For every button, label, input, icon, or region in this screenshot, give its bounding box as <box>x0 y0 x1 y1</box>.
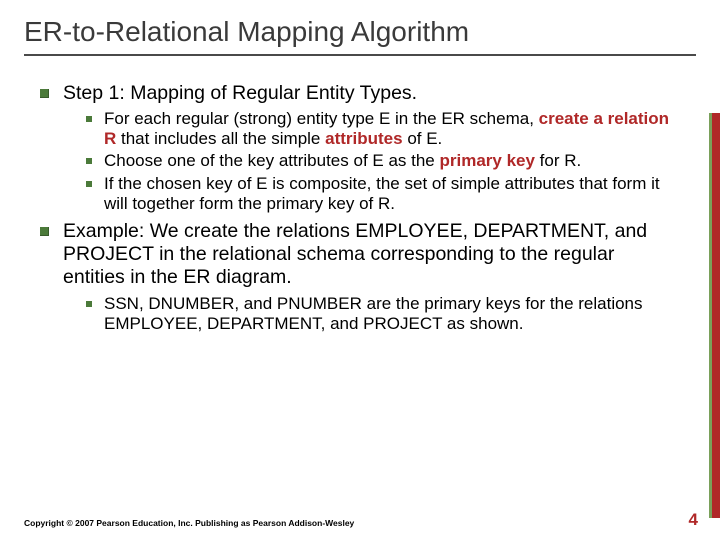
list-item-text: For each regular (strong) entity type E … <box>104 109 680 149</box>
title-underline <box>24 54 696 56</box>
copyright-footer: Copyright © 2007 Pearson Education, Inc.… <box>24 518 354 528</box>
step-subitems: For each regular (strong) entity type E … <box>40 109 680 213</box>
page-number: 4 <box>689 510 698 530</box>
slide: ER-to-Relational Mapping Algorithm Step … <box>0 0 720 540</box>
text-fragment: that includes all the simple <box>116 129 325 148</box>
slide-title: ER-to-Relational Mapping Algorithm <box>24 16 696 48</box>
square-bullet-icon <box>40 89 49 98</box>
text-fragment: Choose one of the key attributes of E as… <box>104 151 439 170</box>
emphasis-text: attributes <box>325 129 402 148</box>
list-item-text: Choose one of the key attributes of E as… <box>104 151 581 171</box>
list-item: If the chosen key of E is composite, the… <box>86 174 680 214</box>
title-block: ER-to-Relational Mapping Algorithm <box>0 0 720 64</box>
content-area: Step 1: Mapping of Regular Entity Types.… <box>0 64 720 334</box>
text-fragment: For each regular (strong) entity type E … <box>104 109 539 128</box>
step-heading: Step 1: Mapping of Regular Entity Types. <box>63 82 417 105</box>
list-item-text: If the chosen key of E is composite, the… <box>104 174 680 214</box>
square-bullet-icon <box>40 227 49 236</box>
right-accent-bar <box>712 113 720 518</box>
square-bullet-icon <box>86 301 92 307</box>
emphasis-text: primary key <box>439 151 534 170</box>
text-fragment: of E. <box>403 129 443 148</box>
step-heading-row: Step 1: Mapping of Regular Entity Types. <box>40 82 680 105</box>
list-item: Choose one of the key attributes of E as… <box>86 151 680 171</box>
square-bullet-icon <box>86 181 92 187</box>
list-item: For each regular (strong) entity type E … <box>86 109 680 149</box>
list-item-text: SSN, DNUMBER, and PNUMBER are the primar… <box>104 294 680 334</box>
text-fragment: for R. <box>535 151 581 170</box>
square-bullet-icon <box>86 116 92 122</box>
list-item: SSN, DNUMBER, and PNUMBER are the primar… <box>86 294 680 334</box>
example-heading-row: Example: We create the relations EMPLOYE… <box>40 220 680 290</box>
example-heading: Example: We create the relations EMPLOYE… <box>63 220 680 290</box>
example-subitems: SSN, DNUMBER, and PNUMBER are the primar… <box>40 294 680 334</box>
square-bullet-icon <box>86 158 92 164</box>
